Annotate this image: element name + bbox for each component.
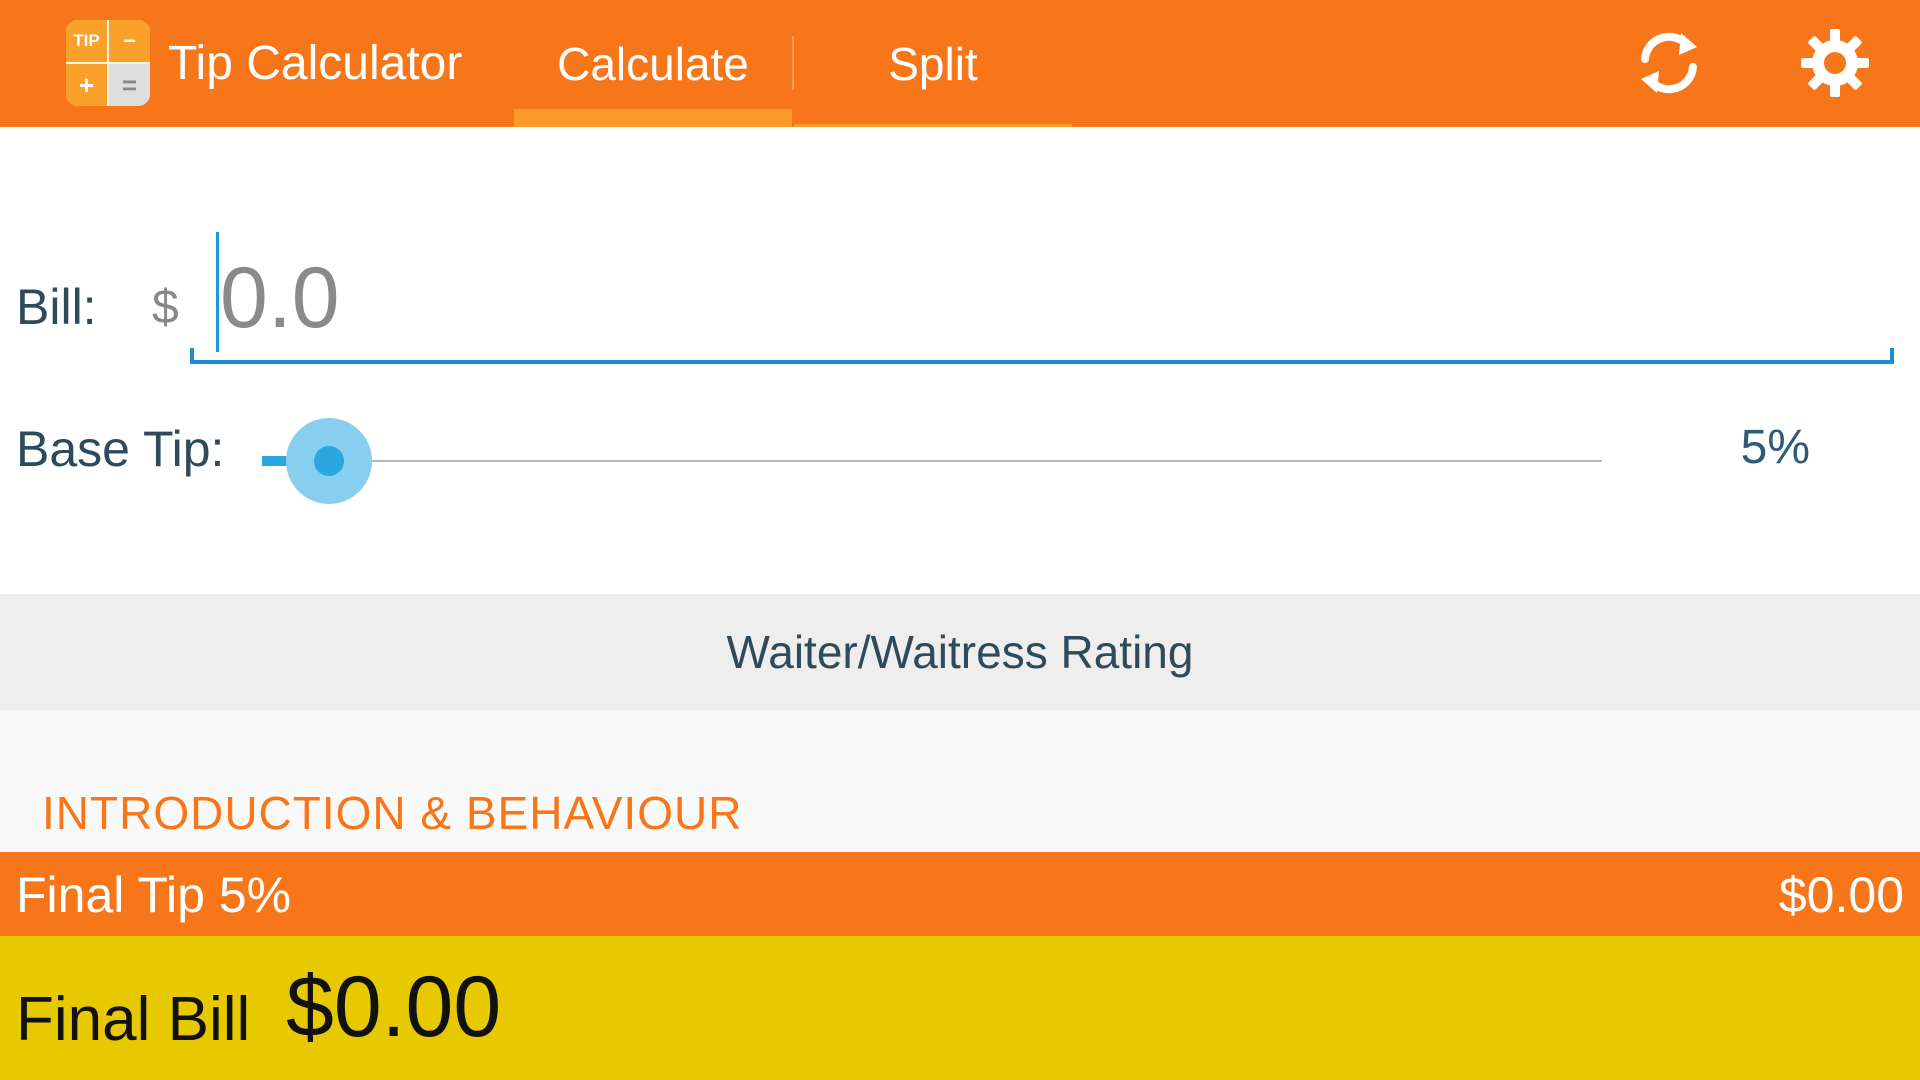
currency-symbol: $ <box>152 281 179 334</box>
bill-input-underline <box>190 360 1894 364</box>
inactive-tab-indicator <box>794 124 1072 127</box>
base-tip-slider-track[interactable] <box>262 460 1602 462</box>
settings-button[interactable] <box>1790 18 1880 108</box>
logo-plus-cell: + <box>66 64 107 106</box>
app-logo: TIP − + = <box>66 20 150 106</box>
bill-label: Bill: <box>16 279 97 335</box>
base-tip-label: Base Tip: <box>16 421 225 477</box>
tab-split[interactable]: Split <box>794 0 1072 127</box>
final-bill-amount: $0.00 <box>286 959 502 1055</box>
underline-left-tick <box>190 348 194 364</box>
bill-input[interactable] <box>214 238 1880 358</box>
final-bill-label: Final Bill <box>16 985 251 1054</box>
base-tip-slider-thumb[interactable] <box>314 446 344 476</box>
refresh-icon <box>1641 32 1697 94</box>
introduction-behaviour-title: INTRODUCTION & BEHAVIOUR <box>42 787 743 839</box>
logo-equals-cell: = <box>109 64 150 106</box>
rating-header-label: Waiter/Waitress Rating <box>726 626 1194 678</box>
final-tip-amount: $0.00 <box>1778 867 1904 923</box>
logo-minus-cell: − <box>109 20 150 62</box>
tab-calculate[interactable]: Calculate <box>514 0 792 127</box>
rating-header: Waiter/Waitress Rating <box>0 594 1920 710</box>
app-title: Tip Calculator <box>168 37 463 90</box>
base-tip-value: 5% <box>1740 421 1810 474</box>
refresh-button[interactable] <box>1624 18 1714 108</box>
logo-tip-cell: TIP <box>66 20 107 62</box>
underline-right-tick <box>1890 348 1894 364</box>
active-tab-indicator <box>514 109 792 127</box>
text-cursor <box>216 232 219 352</box>
final-tip-label: Final Tip 5% <box>16 867 292 923</box>
gear-icon <box>1801 29 1869 97</box>
